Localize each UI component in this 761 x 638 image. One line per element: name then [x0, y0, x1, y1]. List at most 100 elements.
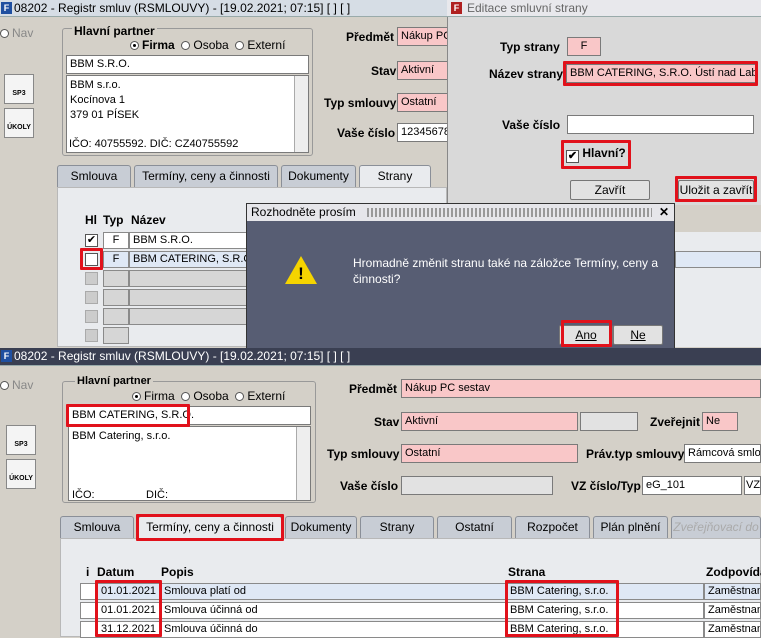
tab2-terminy[interactable]: Termíny, ceny a činnosti — [138, 516, 282, 538]
predmet-label: Předmět — [346, 30, 395, 44]
tab-strany[interactable]: Strany — [359, 165, 431, 187]
grid-rest — [675, 232, 761, 347]
nazev-strany-field[interactable]: BBM CATERING, S.R.O. Ústí nad Labe — [566, 64, 756, 83]
radio-osoba[interactable] — [181, 41, 191, 50]
nav-radio[interactable]: Nav — [0, 26, 33, 40]
window1-title: 08202 - Registr smluv (RSMLOUVY) - [19.0… — [14, 1, 351, 15]
partner-name-field[interactable]: BBM S.R.O. — [66, 55, 309, 74]
zavrit-button[interactable]: Zavřít — [570, 180, 650, 200]
ano-button[interactable]: Ano — [559, 325, 613, 345]
app-icon: F — [1, 2, 12, 14]
radio-firma[interactable] — [130, 41, 139, 50]
r1-i[interactable] — [80, 583, 97, 600]
vase-cislo-field[interactable]: 12345678 — [397, 123, 449, 142]
vz-typ-field-2[interactable]: VZ — [744, 476, 761, 495]
sp3-icon-2[interactable]: SP3 — [6, 425, 36, 455]
r2-i[interactable] — [80, 602, 97, 619]
partner-name-field-2[interactable]: BBM CATERING, S.R.O. — [68, 406, 311, 425]
stav-field-2[interactable]: Aktivní — [401, 412, 578, 431]
ico-label-2: IČO: — [72, 489, 95, 501]
vz-label-2: VZ číslo/Typ — [571, 479, 641, 493]
typ-smlouvy-field[interactable]: Ostatní — [397, 93, 449, 112]
partner-address-2[interactable]: BBM Catering, s.r.o. — [68, 426, 311, 501]
col-nazev: Název — [131, 213, 166, 227]
r3-i[interactable] — [80, 621, 97, 638]
r2-datum[interactable]: 01.01.2021 — [97, 602, 160, 619]
ukoly-icon-2[interactable]: ÚKOLY — [6, 459, 36, 489]
typ-smlouvy-label: Typ smlouvy — [324, 96, 397, 110]
ne-button[interactable]: Ne — [613, 325, 663, 345]
r3-datum[interactable]: 31.12.2021 — [97, 621, 160, 638]
typ-strany-field[interactable]: F — [567, 37, 601, 56]
vase-cislo-field-2[interactable] — [401, 476, 553, 495]
hlavni-checkbox-wrap[interactable]: ✔ Hlavní? — [566, 146, 626, 163]
r3-popis[interactable]: Smlouva účinná do — [160, 621, 506, 638]
radio-firma-2[interactable] — [132, 392, 141, 401]
prav-typ-label-2: Práv.typ smlouvy — [586, 447, 685, 461]
tab-dokumenty[interactable]: Dokumenty — [281, 165, 356, 187]
r2-zodpovida[interactable]: Zaměstnan — [704, 602, 761, 619]
r1-datum[interactable]: 01.01.2021 — [97, 583, 160, 600]
typ-smlouvy-field-2[interactable]: Ostatní — [401, 444, 578, 463]
window2-title: 08202 - Registr smluv (RSMLOUVY) - [19.0… — [14, 349, 351, 363]
tab2-dokumenty[interactable]: Dokumenty — [285, 516, 357, 538]
titlebar-grip — [367, 208, 652, 217]
r1-strana[interactable]: BBM Catering, s.r.o. — [506, 583, 704, 600]
predmet-label-2: Předmět — [349, 382, 398, 396]
r3-zodpovida[interactable]: Zaměstnan — [704, 621, 761, 638]
partner-address-scrollbar-2[interactable] — [296, 427, 310, 500]
row2-nazev[interactable]: BBM CATERING, S.R.O. — [129, 251, 249, 268]
zverejnit-field-2[interactable]: Ne — [702, 412, 738, 431]
row1-typ: F — [103, 232, 129, 249]
row1-nazev[interactable]: BBM S.R.O. — [129, 232, 249, 249]
row4-checkbox — [85, 291, 98, 304]
prav-typ-field-2[interactable]: Rámcová smlou — [684, 444, 761, 463]
predmet-field[interactable]: Nákup PC — [397, 27, 449, 46]
tab2-ostatni[interactable]: Ostatní — [437, 516, 512, 538]
confirm-title: Rozhodněte prosím — [251, 205, 356, 219]
r2-strana[interactable]: BBM Catering, s.r.o. — [506, 602, 704, 619]
radio-externi[interactable] — [235, 41, 245, 50]
tab2-rozpocet[interactable]: Rozpočet — [515, 516, 590, 538]
row5-checkbox — [85, 310, 98, 323]
tab2-strany[interactable]: Strany — [360, 516, 434, 538]
row2-ext — [675, 251, 761, 268]
ulozit-zavrit-button[interactable]: Uložit a zavřít — [678, 180, 754, 200]
tab-smlouva[interactable]: Smlouva — [57, 165, 131, 187]
edit-vase-cislo-label: Vaše číslo — [502, 118, 561, 132]
partner-address-scrollbar[interactable] — [294, 76, 308, 152]
vz-cislo-field-2[interactable]: eG_101 — [642, 476, 742, 495]
row4-nazev — [129, 289, 249, 306]
r1-zodpovida[interactable]: Zaměstnan — [704, 583, 761, 600]
app-icon-2: F — [1, 350, 12, 362]
row2-typ: F — [103, 251, 129, 268]
row2-hlavni-checkbox[interactable] — [85, 253, 98, 266]
row1-hlavni-checkbox[interactable]: ✔ — [85, 234, 98, 247]
typ-smlouvy-label-2: Typ smlouvy — [327, 447, 400, 461]
edit-dialog — [447, 0, 761, 205]
col2-popis: Popis — [161, 565, 194, 579]
sp3-icon[interactable]: SP3 — [4, 74, 34, 104]
radio-osoba-2[interactable] — [181, 392, 191, 401]
nav-radio-2[interactable]: Nav — [0, 378, 33, 392]
ukoly-icon[interactable]: ÚKOLY — [4, 108, 34, 138]
hlavni-checkbox[interactable]: ✔ — [566, 150, 579, 163]
stav-extra-field-2 — [580, 412, 638, 431]
r1-popis[interactable]: Smlouva platí od — [160, 583, 506, 600]
row5-typ — [103, 308, 129, 325]
stav-label-2: Stav — [374, 415, 400, 429]
confirm-message: Hromadně změnit stranu také na záložce T… — [353, 256, 659, 286]
row5-nazev — [129, 308, 249, 325]
radio-externi-2[interactable] — [235, 392, 245, 401]
edit-vase-cislo-field[interactable] — [567, 115, 754, 134]
stav-field[interactable]: Aktivní — [397, 61, 449, 80]
tab2-smlouva[interactable]: Smlouva — [60, 516, 134, 538]
r3-strana[interactable]: BBM Catering, s.r.o. — [506, 621, 704, 638]
tab2-plan[interactable]: Plán plnění — [593, 516, 668, 538]
confirm-close-icon[interactable]: ✕ — [657, 205, 671, 219]
r2-popis[interactable]: Smlouva účinná od — [160, 602, 506, 619]
window2-titlebar: F 08202 - Registr smluv (RSMLOUVY) - [19… — [0, 348, 761, 366]
col2-i: i — [86, 565, 90, 579]
tab-terminy[interactable]: Termíny, ceny a činnosti — [134, 165, 278, 187]
predmet-field-2[interactable]: Nákup PC sestav — [401, 379, 761, 398]
